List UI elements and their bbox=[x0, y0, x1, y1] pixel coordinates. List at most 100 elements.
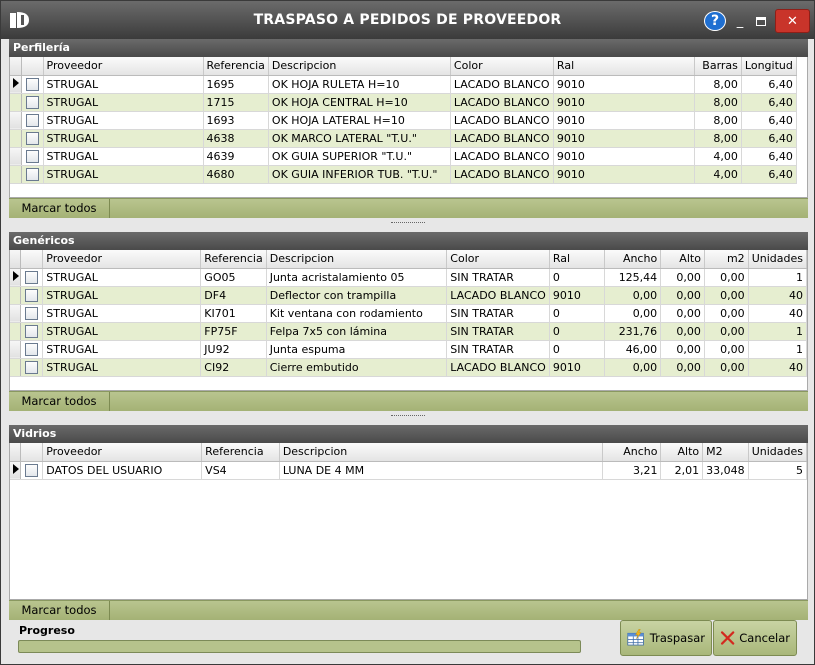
minimize-button[interactable]: _ bbox=[731, 10, 749, 32]
row-checkbox[interactable] bbox=[25, 167, 39, 181]
table-cell: 0,00 bbox=[660, 268, 705, 287]
table-cell: Junta acristalamiento 05 bbox=[266, 268, 448, 287]
table-row[interactable]: STRUGAL DF4 Deflector con trampilla LACADO … bbox=[10, 286, 807, 305]
col-unidades[interactable]: Unidades bbox=[748, 443, 807, 462]
row-checkbox[interactable] bbox=[25, 306, 39, 320]
col-ral[interactable]: Ral bbox=[549, 250, 606, 269]
table-row[interactable]: STRUGAL 4639 OK GUIA SUPERIOR "T.U." LACADO… bbox=[10, 147, 797, 166]
col-proveedor[interactable]: Proveedor bbox=[42, 250, 202, 269]
row-indicator bbox=[10, 461, 22, 480]
table-cell: 0,00 bbox=[660, 340, 705, 359]
table-cell: LACADO BLANCO bbox=[446, 286, 550, 305]
col-longitud[interactable]: Longitud bbox=[741, 57, 797, 76]
perfileria-mark-bar: Marcar todos bbox=[9, 198, 808, 218]
help-icon[interactable]: ? bbox=[704, 11, 726, 31]
table-cell: 0,00 bbox=[660, 358, 705, 377]
table-cell: 9010 bbox=[553, 75, 695, 94]
table-cell: DF4 bbox=[200, 286, 267, 305]
col-m2[interactable]: M2 bbox=[702, 443, 749, 462]
row-indicator bbox=[10, 93, 22, 112]
col-barras[interactable]: Barras bbox=[694, 57, 742, 76]
perfileria-grid[interactable]: Proveedor Referencia Descripcion Color R… bbox=[9, 57, 808, 198]
table-row[interactable]: STRUGAL KI701 Kit ventana con rodamiento SI… bbox=[10, 304, 807, 323]
table-cell: 9010 bbox=[553, 111, 695, 130]
col-ancho[interactable]: Ancho bbox=[602, 443, 662, 462]
table-cell: 0 bbox=[549, 268, 606, 287]
row-indicator bbox=[10, 286, 22, 305]
table-cell: 9010 bbox=[549, 358, 606, 377]
col-alto[interactable]: Alto bbox=[660, 250, 705, 269]
row-checkbox[interactable] bbox=[25, 77, 39, 91]
genericos-grid[interactable]: Proveedor Referencia Descripcion Color R… bbox=[9, 250, 808, 391]
row-checkbox[interactable] bbox=[25, 113, 39, 127]
col-ral[interactable]: Ral bbox=[553, 57, 695, 76]
table-row[interactable]: STRUGAL 1695 OK HOJA RULETA H=10 LACADO BLA… bbox=[10, 75, 797, 94]
row-checkbox[interactable] bbox=[25, 360, 39, 374]
table-row[interactable]: STRUGAL FP75F Felpa 7x5 con lámina SIN TRAT… bbox=[10, 322, 807, 341]
table-cell: LACADO BLANCO bbox=[450, 75, 554, 94]
col-descripcion[interactable]: Descripcion bbox=[279, 443, 603, 462]
col-referencia[interactable]: Referencia bbox=[203, 57, 269, 76]
row-checkbox[interactable] bbox=[25, 270, 39, 284]
table-cell: 4639 bbox=[203, 147, 269, 166]
table-cell: 40 bbox=[748, 358, 807, 377]
table-row[interactable]: STRUGAL 4680 OK GUIA INFERIOR TUB. "T.U." L… bbox=[10, 165, 797, 184]
row-indicator bbox=[10, 111, 22, 130]
window: TRASPASO A PEDIDOS DE PROVEEDOR ? _ ✕ Pe… bbox=[0, 0, 815, 665]
window-title: TRASPASO A PEDIDOS DE PROVEEDOR bbox=[253, 12, 562, 28]
table-row[interactable]: STRUGAL GO05 Junta acristalamiento 05 SIN T… bbox=[10, 268, 807, 287]
table-cell: STRUGAL bbox=[43, 111, 204, 130]
col-referencia[interactable]: Referencia bbox=[201, 443, 280, 462]
genericos-header-row: Proveedor Referencia Descripcion Color R… bbox=[10, 250, 807, 269]
genericos-splitter[interactable] bbox=[9, 411, 808, 422]
col-color[interactable]: Color bbox=[446, 250, 550, 269]
col-descripcion[interactable]: Descripcion bbox=[268, 57, 451, 76]
table-cell: FP75F bbox=[200, 322, 267, 341]
vidrios-header: Vidrios bbox=[9, 425, 808, 443]
col-alto[interactable]: Alto bbox=[660, 443, 704, 462]
vidrios-mark-all-button[interactable]: Marcar todos bbox=[9, 601, 110, 620]
maximize-button[interactable] bbox=[752, 10, 770, 32]
vidrios-grid[interactable]: Proveedor Referencia Descripcion Ancho A… bbox=[9, 443, 808, 600]
row-indicator bbox=[10, 165, 22, 184]
table-cell: 4638 bbox=[203, 129, 269, 148]
col-ancho[interactable]: Ancho bbox=[604, 250, 662, 269]
table-row[interactable]: STRUGAL JU92 Junta espuma SIN TRATAR 0 46,00 0… bbox=[10, 340, 807, 359]
table-cell: STRUGAL bbox=[42, 286, 202, 305]
table-cell: STRUGAL bbox=[42, 304, 202, 323]
row-checkbox[interactable] bbox=[25, 131, 39, 145]
cancel-x-icon bbox=[720, 631, 735, 645]
perfileria-splitter[interactable] bbox=[9, 218, 808, 229]
table-cell: 6,40 bbox=[741, 165, 797, 184]
close-button[interactable]: ✕ bbox=[775, 9, 810, 33]
table-cell: Felpa 7x5 con lámina bbox=[266, 322, 448, 341]
table-cell: 4,00 bbox=[694, 147, 742, 166]
row-checkbox[interactable] bbox=[25, 463, 39, 477]
table-row[interactable]: DATOS DEL USUARIO VS4 LUNA DE 4 MM 3,21 2,01… bbox=[10, 461, 807, 480]
table-row[interactable]: STRUGAL CI92 Cierre embutido LACADO BLANCO 9… bbox=[10, 358, 807, 377]
row-checkbox[interactable] bbox=[25, 342, 39, 356]
row-checkbox[interactable] bbox=[25, 288, 39, 302]
table-row[interactable]: STRUGAL 1693 OK HOJA LATERAL H=10 LACADO BL… bbox=[10, 111, 797, 130]
col-proveedor[interactable]: Proveedor bbox=[42, 443, 203, 462]
genericos-mark-all-button[interactable]: Marcar todos bbox=[9, 392, 110, 411]
col-color[interactable]: Color bbox=[450, 57, 554, 76]
col-referencia[interactable]: Referencia bbox=[200, 250, 267, 269]
col-unidades[interactable]: Unidades bbox=[748, 250, 807, 269]
col-descripcion[interactable]: Descripcion bbox=[266, 250, 448, 269]
table-row[interactable]: STRUGAL 1715 OK HOJA CENTRAL H=10 LACADO BL… bbox=[10, 93, 797, 112]
row-checkbox[interactable] bbox=[25, 324, 39, 338]
row-checkbox[interactable] bbox=[25, 149, 39, 163]
table-row[interactable]: STRUGAL 4638 OK MARCO LATERAL "T.U." LACADO… bbox=[10, 129, 797, 148]
perfileria-mark-all-button[interactable]: Marcar todos bbox=[9, 199, 110, 218]
col-proveedor[interactable]: Proveedor bbox=[43, 57, 204, 76]
cancelar-button[interactable]: Cancelar bbox=[713, 620, 797, 656]
col-m2[interactable]: m2 bbox=[704, 250, 749, 269]
table-cell: JU92 bbox=[200, 340, 267, 359]
traspasar-button[interactable]: Traspasar bbox=[620, 620, 712, 656]
row-checkbox[interactable] bbox=[25, 95, 39, 109]
table-cell: 0,00 bbox=[660, 304, 705, 323]
table-cell: 125,44 bbox=[604, 268, 662, 287]
table-cell: OK HOJA CENTRAL H=10 bbox=[268, 93, 451, 112]
table-cell: 231,76 bbox=[604, 322, 662, 341]
